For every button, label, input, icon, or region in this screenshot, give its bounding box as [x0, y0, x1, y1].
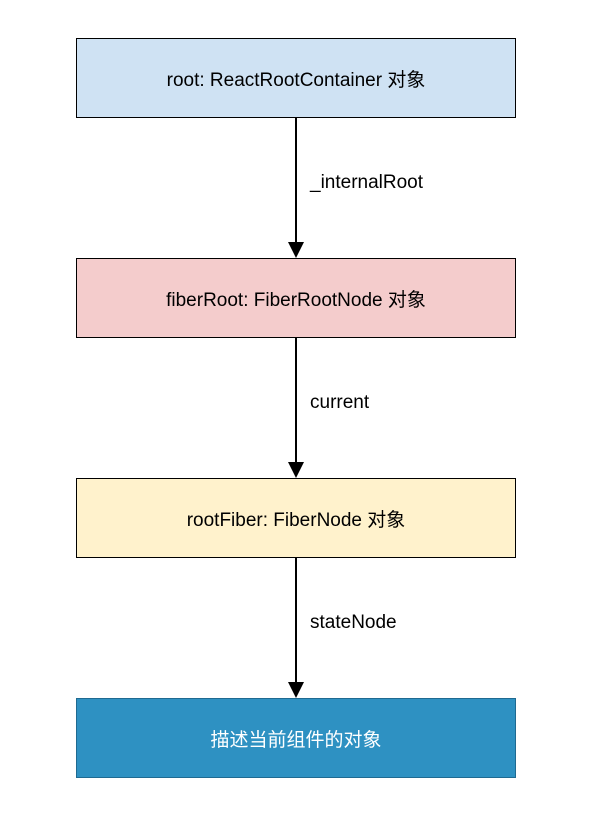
node-root: root: ReactRootContainer 对象	[76, 38, 516, 118]
edge-label-statenode: stateNode	[310, 612, 397, 634]
node-root-label: root: ReactRootContainer 对象	[167, 65, 426, 92]
node-rootfiber-label: rootFiber: FiberNode 对象	[187, 505, 406, 532]
arrow-2-line	[295, 338, 297, 462]
node-rootfiber: rootFiber: FiberNode 对象	[76, 478, 516, 558]
edge-label-current: current	[310, 392, 369, 414]
node-component-label: 描述当前组件的对象	[210, 725, 381, 752]
arrow-3-head	[288, 682, 304, 698]
edge-label-internalroot: _internalRoot	[310, 172, 423, 194]
arrow-1-line	[295, 118, 297, 242]
node-fiberroot: fiberRoot: FiberRootNode 对象	[76, 258, 516, 338]
arrow-1-head	[288, 242, 304, 258]
arrow-2-head	[288, 462, 304, 478]
flowchart-diagram: root: ReactRootContainer 对象 _internalRoo…	[0, 0, 616, 816]
node-component: 描述当前组件的对象	[76, 698, 516, 778]
arrow-3-line	[295, 558, 297, 682]
node-fiberroot-label: fiberRoot: FiberRootNode 对象	[166, 285, 426, 312]
